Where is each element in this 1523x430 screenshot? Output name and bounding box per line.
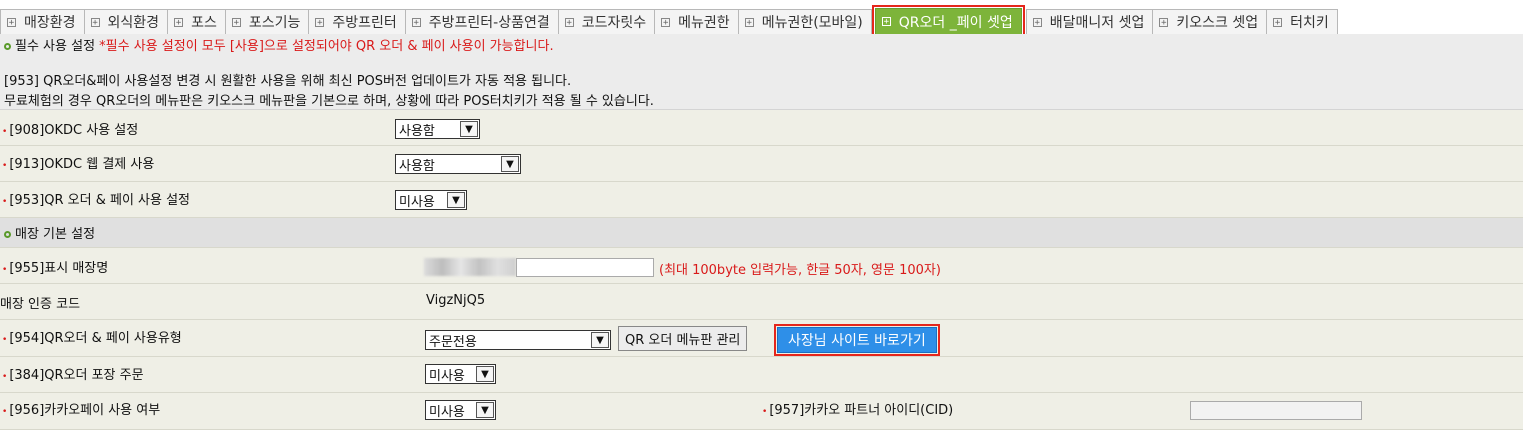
owner-site-button[interactable]: 사장님 사이트 바로가기 [774,324,940,356]
tab-delivery-manager[interactable]: + 배달매니저 셋업 [1025,9,1154,34]
qr-menu-manage-button[interactable]: QR 오더 메뉴판 관리 [618,326,748,351]
store-name-row: • [955]표시 매장명 (최대 100byte 입력가능, 한글 50자, 영… [0,248,1523,284]
tab-qr-order-pay-setup[interactable]: + QR오더 _페이 셋업 [871,5,1025,34]
qr-type-select[interactable]: 주문전용 ▼ [425,330,611,350]
chevron-down-icon: ▼ [476,402,494,418]
tab-label: 포스기능 [248,15,301,31]
store-name-label: • [955]표시 매장명 [2,261,109,276]
qr-use-row: • [953]QR 오더 & 페이 사용 설정 미사용 ▼ [0,182,1523,218]
tab-bar: + 매장환경 + 외식환경 + 포스 + 포스기능 + 주방프린터 + 주방프린터-상품연결… [0,0,1523,35]
store-name-hint: (최대 100byte 입력가능, 한글 50자, 영문 100자) [659,263,941,278]
kakaopay-row: • [956]카카오페이 사용 여부 미사용 ▼ • [957]카카오 파트너 아이디… [0,393,1523,430]
chevron-down-icon: ▼ [591,332,609,348]
qr-type-row: • [954]QR오더 & 페이 사용유형 주문전용 ▼ QR 오더 메뉴판 관리 … [0,320,1523,357]
kakao-partner-label: • [957]카카오 파트너 아이디(CID) [762,403,954,418]
expand-icon: + [1032,17,1042,28]
kakaopay-label: • [956]카카오페이 사용 여부 [2,403,161,418]
tab-label: 매장환경 [24,15,76,31]
tab-label: 주방프린터-상품연결 [428,15,550,31]
tab-dining-env[interactable]: + 외식환경 [83,9,169,34]
expand-icon: + [315,17,325,28]
expand-icon: + [1273,17,1283,28]
expand-icon: + [231,17,241,28]
section-title: 매장 기본 설정 [4,223,95,242]
required-marker: • [2,335,8,345]
required-marker: • [2,372,8,382]
required-marker: • [2,265,8,275]
tab-store-env[interactable]: + 매장환경 [0,9,85,34]
tab-code-digits[interactable]: + 코드자릿수 [557,9,656,34]
required-marker: • [2,127,8,137]
auth-code-value: VigzNjQ5 [426,293,486,308]
notice-panel: 필수 사용 설정 *필수 사용 설정이 모두 [사용]으로 설정되어야 QR 오… [0,34,1523,110]
expand-icon: + [1159,17,1169,28]
tab-label: 키오스크 셋업 [1176,15,1259,31]
expand-icon: + [411,17,421,28]
expand-icon: + [7,17,16,28]
section-bullet-icon [4,231,11,238]
chevron-down-icon: ▼ [501,156,519,172]
kakaopay-select[interactable]: 미사용 ▼ [425,400,496,420]
okdc-web-row: • [913]OKDC 웹 결제 사용 사용함 ▼ [0,146,1523,182]
tab-touch-key[interactable]: + 터치키 [1266,9,1338,34]
section-bullet-icon [4,43,11,50]
notice-line-2: 무료체험의 경우 QR오더의 메뉴판은 키오스크 메뉴판을 기본으로 하며, 상… [4,94,654,109]
tab-label: 포스 [191,15,217,31]
tab-pos-functions[interactable]: + 포스기능 [224,9,310,34]
tab-label: QR오더 _페이 셋업 [898,14,1013,31]
tab-kiosk-setup[interactable]: + 키오스크 셋업 [1152,9,1268,34]
required-marker: • [2,407,8,417]
required-warning: *필수 사용 설정이 모두 [사용]으로 설정되어야 QR 오더 & 페이 사용… [99,39,554,54]
kakao-partner-input[interactable] [1190,401,1362,420]
tab-kitchen-printer-link[interactable]: + 주방프린터-상품연결 [404,9,559,34]
tab-label: 메뉴권한(모바일) [761,15,863,31]
tab-menu-permission-mobile[interactable]: + 메뉴권한(모바일) [737,9,872,34]
required-settings-header: 필수 사용 설정 *필수 사용 설정이 모두 [사용]으로 설정되어야 QR 오… [4,35,554,54]
takeout-row: • [384]QR오더 포장 주문 미사용 ▼ [0,357,1523,393]
tab-label: 터치키 [1290,15,1329,31]
expand-icon: + [174,17,184,28]
qr-use-label: • [953]QR 오더 & 페이 사용 설정 [2,193,191,208]
qr-use-select[interactable]: 미사용 ▼ [395,190,467,210]
okdc-label: • [908]OKDC 사용 설정 [2,123,139,138]
auth-code-label: 매장 인증 코드 [0,297,81,312]
tab-label: 주방프린터 [332,15,397,31]
required-title: 필수 사용 설정 [15,39,96,54]
tab-pos[interactable]: + 포스 [167,9,226,34]
tab-kitchen-printer[interactable]: + 주방프린터 [308,9,406,34]
chevron-down-icon: ▼ [460,121,478,137]
okdc-web-label: • [913]OKDC 웹 결제 사용 [2,157,155,172]
okdc-row: • [908]OKDC 사용 설정 사용함 ▼ [0,110,1523,146]
chevron-down-icon: ▼ [447,192,465,208]
store-name-input[interactable] [516,258,654,277]
expand-icon: + [661,17,671,28]
takeout-label: • [384]QR오더 포장 주문 [2,368,144,383]
tab-label: 메뉴권한 [678,15,730,31]
required-marker: • [762,407,768,417]
okdc-select[interactable]: 사용함 ▼ [395,119,480,139]
expand-icon: + [564,17,574,28]
tab-menu-permission[interactable]: + 메뉴권한 [654,9,739,34]
okdc-web-select[interactable]: 사용함 ▼ [395,154,521,174]
takeout-select[interactable]: 미사용 ▼ [425,364,496,384]
required-marker: • [2,197,8,207]
notice-line-1: [953] QR오더&페이 사용설정 변경 시 원활한 사용을 위해 최신 PO… [4,74,572,89]
tab-label: 외식환경 [107,15,160,31]
tab-label: 배달매니저 셋업 [1049,15,1145,31]
required-marker: • [2,161,8,171]
tab-label: 코드자릿수 [581,15,647,31]
store-basic-section: 매장 기본 설정 [0,218,1523,248]
auth-code-row: 매장 인증 코드 VigzNjQ5 [0,284,1523,320]
chevron-down-icon: ▼ [476,366,494,382]
qr-type-label: • [954]QR오더 & 페이 사용유형 [2,331,182,346]
expand-icon: + [744,17,754,28]
expand-icon: + [90,17,100,28]
expand-icon: + [881,17,891,27]
store-name-blurred-value [424,258,516,276]
